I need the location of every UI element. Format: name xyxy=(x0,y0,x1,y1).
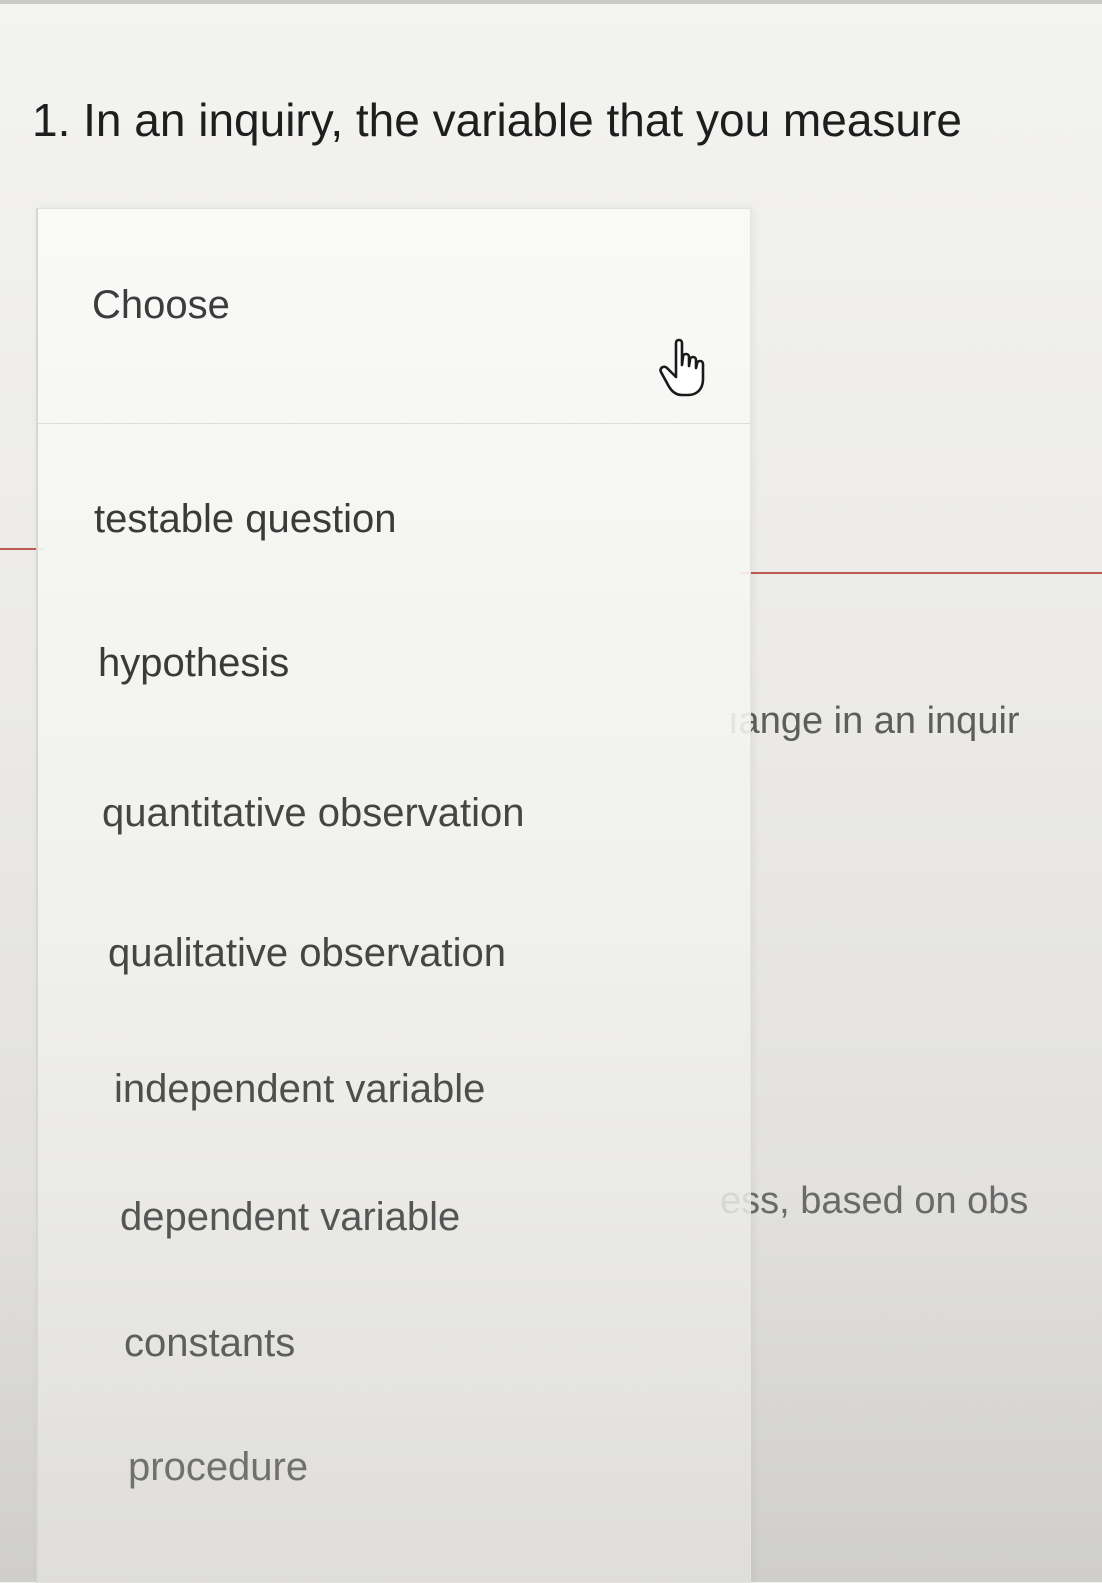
dropdown-option-choose[interactable]: Choose xyxy=(38,209,750,424)
background-question-fragment-2: ess, based on obs xyxy=(720,1180,1029,1222)
answer-underline-right xyxy=(740,572,1102,574)
top-divider xyxy=(0,0,1102,4)
quiz-page: { "question": { "text": "1. In an inquir… xyxy=(0,0,1102,1583)
dropdown-option-qualitative-observation[interactable]: qualitative observation xyxy=(108,923,506,983)
dropdown-choose-label: Choose xyxy=(92,283,230,327)
dropdown-option-quantitative-observation[interactable]: quantitative observation xyxy=(102,783,525,843)
answer-dropdown-menu[interactable]: Choose testable question hypothesis quan… xyxy=(36,208,751,1583)
dropdown-option-procedure[interactable]: procedure xyxy=(128,1437,308,1497)
dropdown-option-dependent-variable[interactable]: dependent variable xyxy=(120,1187,460,1247)
background-question-fragment-1: ıange in an inquir xyxy=(728,700,1020,742)
pointer-hand-icon xyxy=(659,338,705,397)
dropdown-option-constants[interactable]: constants xyxy=(124,1313,295,1373)
dropdown-option-testable-question[interactable]: testable question xyxy=(94,489,396,549)
dropdown-option-independent-variable[interactable]: independent variable xyxy=(114,1059,485,1119)
question-text: 1. In an inquiry, the variable that you … xyxy=(32,94,962,146)
dropdown-option-hypothesis[interactable]: hypothesis xyxy=(98,633,289,693)
